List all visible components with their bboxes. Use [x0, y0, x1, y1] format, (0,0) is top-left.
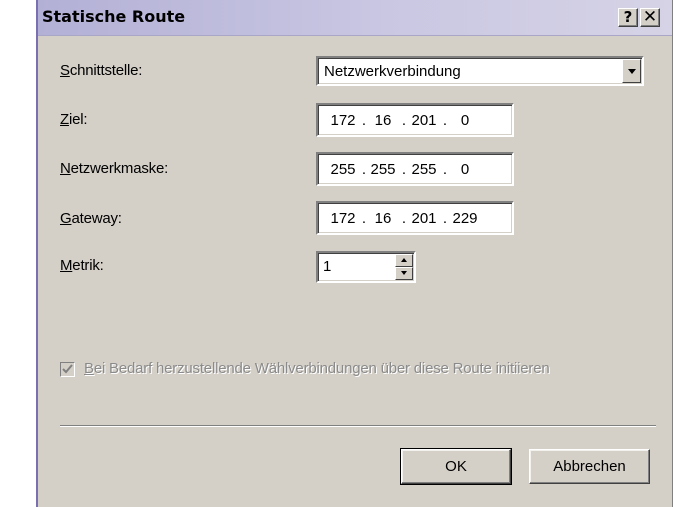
- ip-octet[interactable]: 0: [450, 112, 480, 129]
- ip-octet[interactable]: 172: [328, 112, 358, 129]
- dropdown-button[interactable]: [622, 59, 641, 83]
- ip-octet[interactable]: 201: [409, 112, 439, 129]
- spin-up-button[interactable]: [395, 254, 413, 267]
- ip-dot: .: [361, 112, 367, 129]
- ip-dot: .: [401, 112, 407, 129]
- close-button[interactable]: ✕: [640, 8, 660, 27]
- ip-dot: .: [442, 210, 448, 227]
- dial-on-demand-checkbox[interactable]: [60, 362, 75, 377]
- ip-octet[interactable]: 201: [409, 210, 439, 227]
- ip-dot: .: [361, 210, 367, 227]
- dialog-title: Statische Route: [42, 7, 186, 26]
- checkmark-icon: [62, 364, 73, 374]
- ip-dot: .: [401, 161, 407, 178]
- ip-octet[interactable]: 255: [409, 161, 439, 178]
- metric-value[interactable]: 1: [323, 258, 331, 275]
- ip-dot: .: [401, 210, 407, 227]
- ok-button[interactable]: OK: [400, 448, 512, 485]
- ip-octet[interactable]: 16: [368, 210, 398, 227]
- interface-value: Netzwerkverbindung: [324, 63, 461, 80]
- arrow-up-icon: [401, 258, 407, 262]
- ip-octet[interactable]: 172: [328, 210, 358, 227]
- netmask-ip-field[interactable]: 255 . 255 . 255 . 0: [316, 152, 514, 186]
- ip-octet[interactable]: 229: [450, 210, 480, 227]
- chevron-down-icon: [628, 69, 636, 74]
- ip-dot: .: [442, 112, 448, 129]
- ip-octet[interactable]: 255: [328, 161, 358, 178]
- interface-dropdown[interactable]: Netzwerkverbindung: [316, 56, 644, 86]
- spin-down-button[interactable]: [395, 267, 413, 280]
- metric-spinbox[interactable]: 1: [316, 251, 416, 283]
- static-route-dialog: Statische Route ? ✕ Schnittstelle: Netzw…: [36, 0, 673, 507]
- title-bar[interactable]: Statische Route ? ✕: [38, 0, 672, 36]
- ip-octet[interactable]: 16: [368, 112, 398, 129]
- gateway-ip-field[interactable]: 172 . 16 . 201 . 229: [316, 201, 514, 235]
- destination-label: Ziel:: [60, 111, 88, 128]
- ip-dot: .: [361, 161, 367, 178]
- metric-spinner: [395, 254, 413, 280]
- separator: [60, 425, 656, 427]
- ip-octet[interactable]: 255: [368, 161, 398, 178]
- metric-label: Metrik:: [60, 257, 104, 274]
- cancel-button[interactable]: Abbrechen: [529, 449, 650, 484]
- ip-octet[interactable]: 0: [450, 161, 480, 178]
- ip-dot: .: [442, 161, 448, 178]
- interface-label: Schnittstelle:: [60, 62, 143, 79]
- gateway-label: Gateway:: [60, 210, 122, 227]
- arrow-down-icon: [401, 271, 407, 275]
- help-button[interactable]: ?: [618, 8, 638, 27]
- destination-ip-field[interactable]: 172 . 16 . 201 . 0: [316, 103, 514, 137]
- dial-on-demand-label: Bei Bedarf herzustellende Wählverbindung…: [84, 360, 550, 377]
- netmask-label: Netzwerkmaske:: [60, 160, 169, 177]
